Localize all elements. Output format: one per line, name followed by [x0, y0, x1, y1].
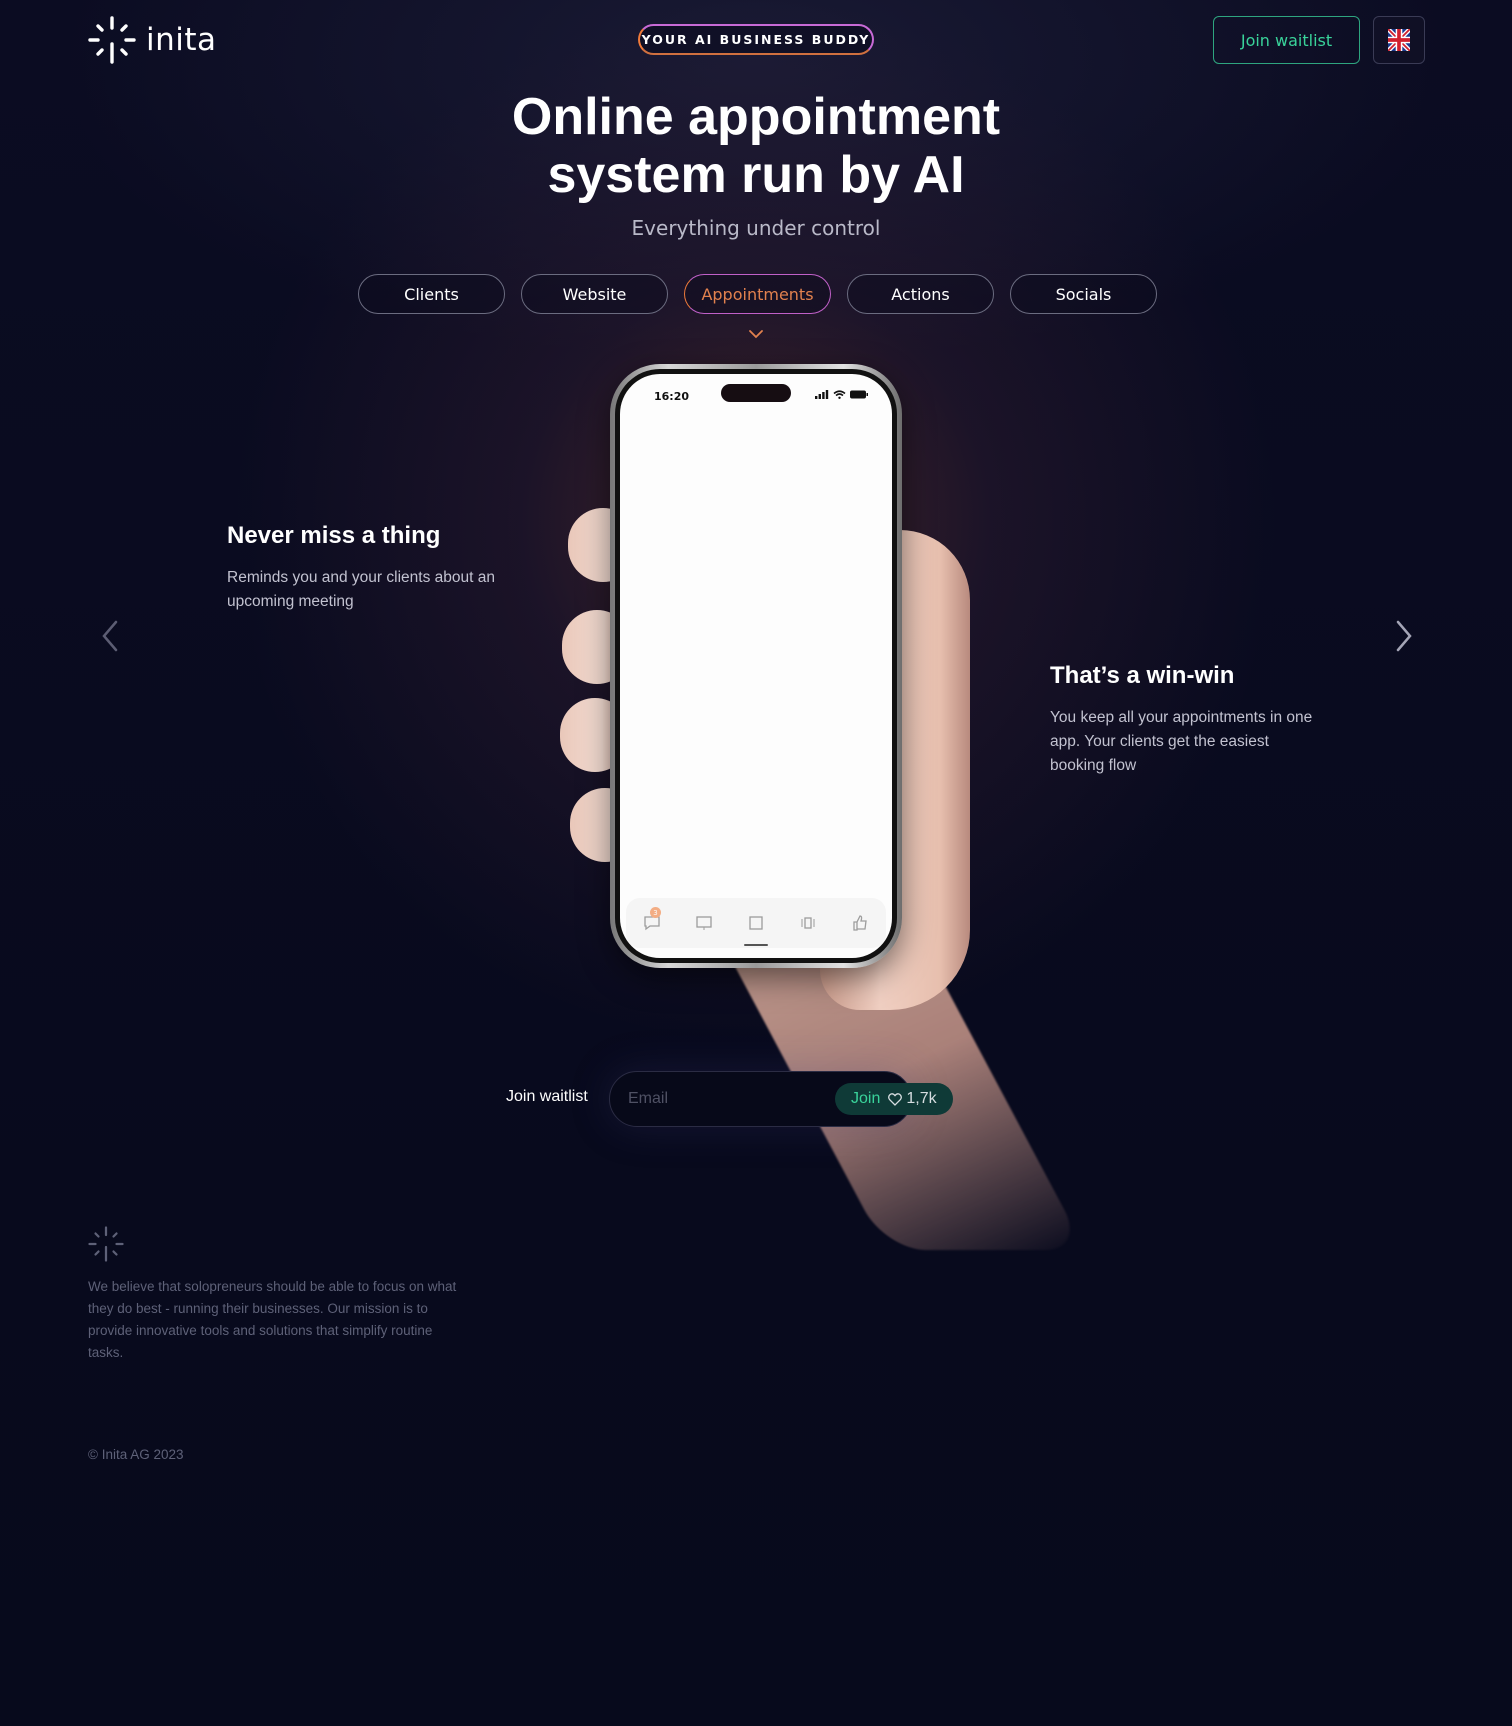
home-indicator	[744, 944, 768, 946]
wifi-icon	[833, 390, 846, 399]
hero-title-line2: system run by AI	[547, 146, 965, 204]
signal-icon	[815, 390, 829, 399]
battery-icon	[850, 390, 868, 399]
carousel-prev-arrow-icon[interactable]	[98, 618, 126, 654]
tab-actions[interactable]: Actions	[847, 274, 994, 314]
heart-icon	[888, 1092, 903, 1106]
phone-tab-bar: 3	[626, 898, 886, 948]
feature-right-text: You keep all your appointments in one ap…	[1050, 709, 1313, 774]
status-time: 16:20	[654, 390, 690, 403]
monitor-icon[interactable]	[694, 913, 714, 933]
brand-logo[interactable]: inita	[88, 16, 217, 64]
phone-screen: 16:20 3	[620, 374, 892, 958]
join-button[interactable]: Join 1,7k	[835, 1083, 953, 1115]
calendar-icon[interactable]	[746, 913, 766, 933]
footer-mission-text: We believe that solopreneurs should be a…	[88, 1279, 457, 1360]
feature-left-title: Never miss a thing	[227, 522, 441, 549]
actions-icon[interactable]	[798, 913, 818, 933]
hero-subtitle: Everything under control	[631, 216, 881, 240]
language-selector[interactable]	[1373, 16, 1425, 64]
tagline-badge: YOUR AI BUSINESS BUDDY	[638, 24, 874, 55]
feature-right: That’s a win-win You keep all your appoi…	[1050, 662, 1320, 778]
phone-frame: 16:20 3	[610, 364, 902, 968]
feature-left: Never miss a thing Reminds you and your …	[227, 522, 497, 614]
chat-icon[interactable]: 3	[642, 907, 662, 933]
carousel-next-arrow-icon[interactable]	[1388, 618, 1416, 654]
chevron-down-icon	[749, 330, 763, 339]
feature-tabs: Clients Website Appointments Actions Soc…	[358, 274, 1157, 314]
hero-title: Online appointment system run by AI	[356, 88, 1156, 204]
join-button-label: Join	[851, 1090, 881, 1107]
uk-flag-icon	[1388, 29, 1410, 51]
status-icons	[815, 390, 868, 399]
notification-badge: 3	[650, 907, 661, 918]
tab-clients[interactable]: Clients	[358, 274, 505, 314]
feature-right-title: That’s a win-win	[1050, 662, 1235, 689]
tab-socials[interactable]: Socials	[1010, 274, 1157, 314]
join-waitlist-button[interactable]: Join waitlist	[1213, 16, 1360, 64]
tab-website[interactable]: Website	[521, 274, 668, 314]
hero-title-line1: Online appointment	[511, 88, 1001, 146]
brand-name: inita	[146, 22, 217, 58]
footer-copyright: © Inita AG 2023	[88, 1447, 184, 1462]
email-input[interactable]	[628, 1090, 835, 1108]
tab-appointments[interactable]: Appointments	[684, 274, 831, 314]
feature-left-text: Reminds you and your clients about an up…	[227, 569, 495, 610]
waitlist-count-value: 1,7k	[906, 1090, 937, 1107]
footer-logo-mark-icon	[88, 1226, 124, 1262]
waitlist-label: Join waitlist	[506, 1088, 588, 1105]
waitlist-count: 1,7k	[888, 1090, 937, 1108]
dynamic-island	[721, 384, 791, 402]
thumbs-up-icon[interactable]	[850, 913, 870, 933]
logo-mark-icon	[88, 16, 136, 64]
waitlist-form: Join 1,7k	[609, 1071, 953, 1127]
phone-in-hand-illustration: 16:20 3	[520, 360, 1120, 1250]
